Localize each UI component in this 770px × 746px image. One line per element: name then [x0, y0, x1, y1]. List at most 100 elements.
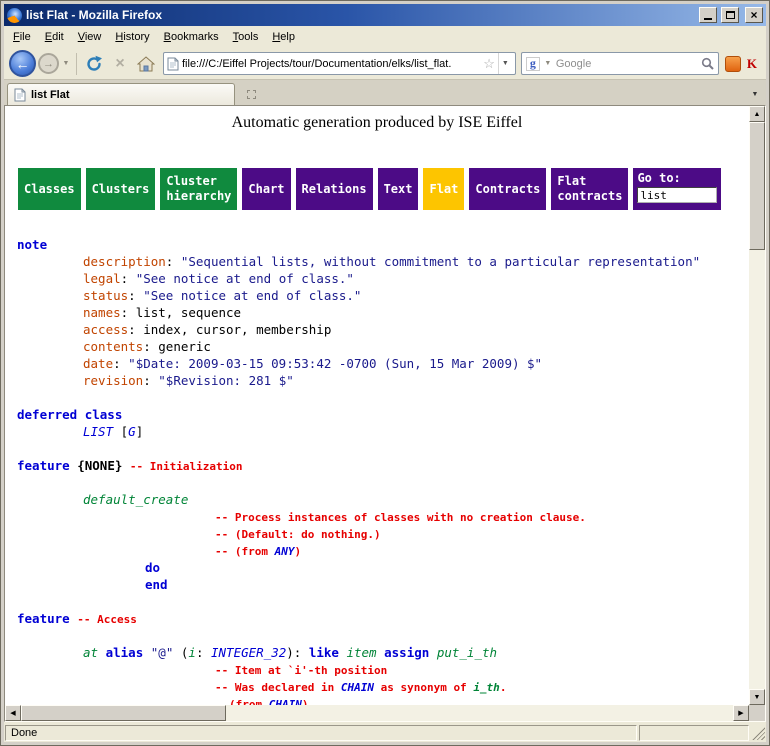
- search-box[interactable]: g ▼: [521, 52, 719, 75]
- code-line: legal: "See notice at end of class.": [17, 270, 749, 287]
- doc-nav-buttons: ClassesClustersCluster hierarchyChartRel…: [18, 168, 628, 210]
- address-dropdown-button[interactable]: ▼: [498, 53, 512, 74]
- home-button[interactable]: [134, 51, 158, 77]
- code-listing: notedescription: "Sequential lists, with…: [17, 236, 749, 705]
- search-input[interactable]: [556, 58, 698, 70]
- nav-toolbar: ← → ▼ × ☆ ▼ g ▼ K: [4, 48, 766, 80]
- scrollbar-corner: [749, 705, 765, 721]
- menu-item-edit[interactable]: Edit: [38, 28, 71, 46]
- bookmark-star-icon[interactable]: ☆: [483, 57, 495, 70]
- doc-nav-button-relations[interactable]: Relations: [296, 168, 373, 210]
- content-area: Automatic generation produced by ISE Eif…: [4, 105, 766, 722]
- toolbar-separator: [76, 53, 77, 75]
- doc-nav-button-contracts[interactable]: Contracts: [469, 168, 546, 210]
- firefox-window: list Flat - Mozilla Firefox × FileEditVi…: [0, 0, 770, 746]
- firefox-logo-icon: [7, 8, 22, 23]
- tab-overflow-button[interactable]: ▼: [747, 84, 763, 104]
- doc-nav-button-clusters[interactable]: Clusters: [86, 168, 156, 210]
- search-icon[interactable]: [701, 57, 714, 70]
- close-icon: ×: [750, 9, 757, 21]
- code-line: do: [17, 559, 749, 576]
- code-line: -- Was declared in CHAIN as synonym of i…: [17, 678, 749, 695]
- menu-bar: FileEditViewHistoryBookmarksToolsHelp: [4, 26, 766, 48]
- code-line: status: "See notice at end of class.": [17, 287, 749, 304]
- scroll-right-button[interactable]: ▶: [733, 705, 749, 721]
- status-text: Done: [11, 727, 37, 739]
- horizontal-scrollbar[interactable]: ◀ ▶: [5, 705, 749, 721]
- doc-nav-button-cluster-hierarchy[interactable]: Cluster hierarchy: [160, 168, 237, 210]
- menu-item-bookmarks[interactable]: Bookmarks: [157, 28, 226, 46]
- scroll-up-button[interactable]: ▲: [749, 106, 765, 122]
- google-logo-icon: g: [526, 57, 540, 71]
- code-line: feature {NONE} -- Initialization: [17, 457, 749, 474]
- addon-icon-k[interactable]: K: [743, 56, 761, 72]
- code-line: [17, 440, 749, 457]
- doc-nav-button-chart[interactable]: Chart: [242, 168, 290, 210]
- address-input[interactable]: [182, 58, 480, 70]
- doc-nav-button-classes[interactable]: Classes: [18, 168, 81, 210]
- menu-item-view[interactable]: View: [71, 28, 109, 46]
- scroll-left-button[interactable]: ◀: [5, 705, 21, 721]
- new-tab-button[interactable]: [241, 84, 261, 104]
- tab-bar: list Flat ▼: [4, 80, 766, 105]
- history-dropdown-button[interactable]: ▼: [61, 60, 71, 67]
- code-line: access: index, cursor, membership: [17, 321, 749, 338]
- code-line: -- Process instances of classes with no …: [17, 508, 749, 525]
- doc-nav-button-text[interactable]: Text: [378, 168, 419, 210]
- stop-button[interactable]: ×: [108, 51, 132, 77]
- status-text-panel: Done: [5, 725, 637, 741]
- back-button[interactable]: ←: [9, 50, 36, 77]
- goto-label: Go to:: [637, 171, 717, 185]
- title-bar[interactable]: list Flat - Mozilla Firefox ×: [4, 4, 766, 26]
- code-line: revision: "$Revision: 281 $": [17, 372, 749, 389]
- address-bar[interactable]: ☆ ▼: [163, 52, 516, 75]
- status-bar: Done: [4, 722, 766, 742]
- vertical-scrollbar[interactable]: ▲ ▼: [749, 106, 765, 705]
- scroll-down-button[interactable]: ▼: [749, 689, 765, 705]
- tab-page-icon: [14, 88, 26, 102]
- close-button[interactable]: ×: [745, 7, 763, 23]
- code-line: -- Item at `i'-th position: [17, 661, 749, 678]
- code-line: -- (Default: do nothing.): [17, 525, 749, 542]
- resize-grip[interactable]: [751, 726, 765, 740]
- window-title: list Flat - Mozilla Firefox: [26, 8, 695, 22]
- code-line: end: [17, 576, 749, 593]
- back-arrow-icon: ←: [16, 56, 30, 72]
- page-icon: [167, 57, 179, 71]
- doc-nav-button-flat-contracts[interactable]: Flat contracts: [551, 168, 628, 210]
- code-line: [17, 389, 749, 406]
- stop-icon: ×: [115, 56, 124, 72]
- new-tab-icon: [247, 90, 256, 99]
- code-line: default_create: [17, 491, 749, 508]
- code-line: [17, 627, 749, 644]
- forward-arrow-icon: →: [43, 58, 54, 70]
- maximize-button[interactable]: [721, 7, 739, 23]
- code-line: names: list, sequence: [17, 304, 749, 321]
- doc-nav-button-flat[interactable]: Flat: [423, 168, 464, 210]
- horizontal-scroll-thumb[interactable]: [21, 705, 226, 721]
- menu-item-help[interactable]: Help: [265, 28, 302, 46]
- code-line: at alias "@" (i: INTEGER_32): like item …: [17, 644, 749, 661]
- forward-button[interactable]: →: [38, 53, 59, 74]
- menu-item-history[interactable]: History: [108, 28, 156, 46]
- menu-item-tools[interactable]: Tools: [226, 28, 266, 46]
- tab-list-flat[interactable]: list Flat: [7, 83, 235, 105]
- code-line: (from CHAIN): [17, 695, 749, 705]
- code-line: note: [17, 236, 749, 253]
- vertical-scroll-thumb[interactable]: [749, 122, 765, 250]
- code-line: description: "Sequential lists, without …: [17, 253, 749, 270]
- status-segment: [639, 725, 749, 741]
- page-heading: Automatic generation produced by ISE Eif…: [5, 114, 749, 132]
- search-engine-dropdown[interactable]: ▼: [543, 60, 553, 67]
- code-line: -- (from ANY): [17, 542, 749, 559]
- reload-button[interactable]: [82, 51, 106, 77]
- goto-input[interactable]: [637, 187, 717, 203]
- tab-label: list Flat: [31, 89, 70, 101]
- maximize-icon: [726, 11, 735, 19]
- code-line: date: "$Date: 2009-03-15 09:53:42 -0700 …: [17, 355, 749, 372]
- code-line: deferred class: [17, 406, 749, 423]
- minimize-button[interactable]: [699, 7, 717, 23]
- addon-icon-orange[interactable]: [725, 56, 741, 72]
- menu-item-file[interactable]: File: [6, 28, 38, 46]
- code-line: LIST [G]: [17, 423, 749, 440]
